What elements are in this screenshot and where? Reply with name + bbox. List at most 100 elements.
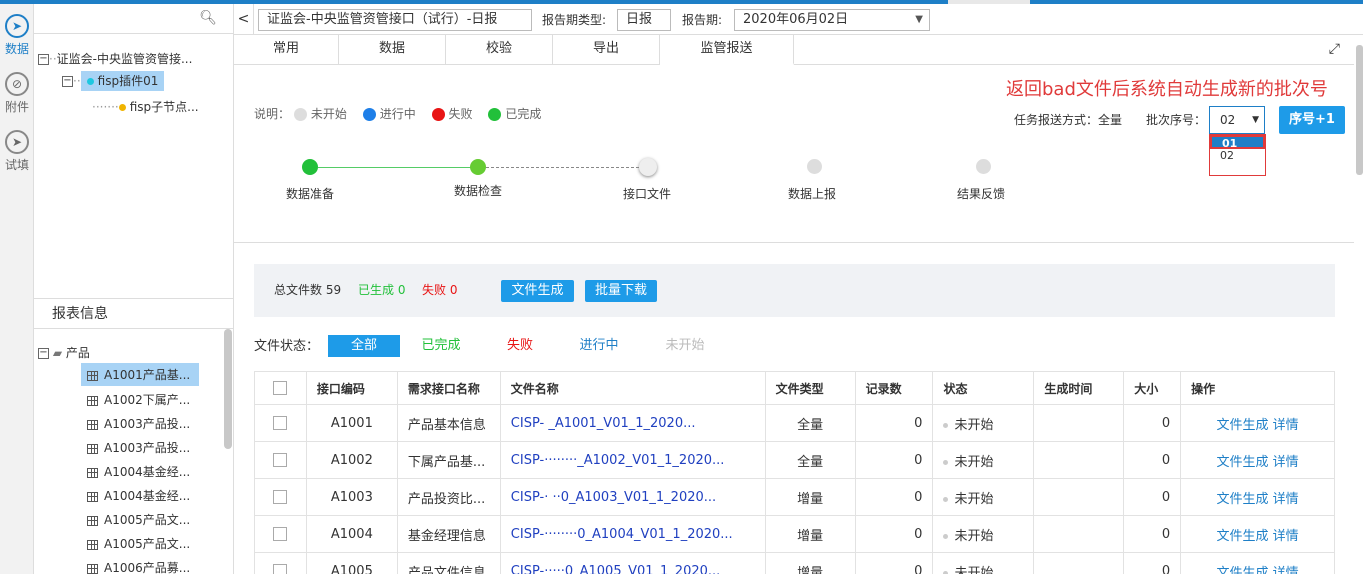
tree-child[interactable]: −·· fisp插件01 [62, 71, 165, 91]
legend-text: 未开始 [310, 107, 347, 121]
report-item[interactable]: A1006产品募... [87, 559, 190, 576]
collapse-icon[interactable]: − [38, 54, 49, 65]
detail-link[interactable]: 详情 [1273, 492, 1299, 507]
tree-search[interactable]: 🔍︎ [34, 4, 233, 34]
batch-option[interactable]: 01 [1210, 135, 1265, 150]
cell-time [1033, 478, 1125, 516]
rail-attachment[interactable]: ⊘ 附件 [0, 72, 34, 115]
rail-data[interactable]: ➤ 数据 [0, 14, 34, 57]
file-link[interactable]: CISP-········_A1002_V01_1_2020... [511, 453, 725, 468]
detail-link[interactable]: 详情 [1273, 566, 1299, 575]
period-type-field[interactable]: 日报 [617, 9, 671, 31]
table-row: A1002 下属产品基... CISP-········_A1002_V01_1_2… [254, 441, 1335, 479]
row-checkbox[interactable] [273, 527, 288, 541]
report-item[interactable]: A1001产品基... [81, 363, 199, 386]
filter-notstart[interactable]: 未开始 [656, 335, 714, 357]
report-item[interactable]: A1005产品文... [87, 535, 190, 552]
rail-trial[interactable]: ➤ 试填 [0, 130, 34, 173]
col-header[interactable]: 文件类型 [764, 371, 856, 405]
report-item[interactable]: A1003产品投... [87, 415, 190, 432]
detail-link[interactable]: 详情 [1273, 455, 1299, 470]
tab-regulatory-submit[interactable]: 监管报送 [660, 35, 794, 65]
row-checkbox[interactable] [273, 490, 288, 504]
col-header[interactable]: 需求接口名称 [396, 371, 501, 405]
col-header[interactable]: 大小 [1123, 371, 1182, 405]
file-link[interactable]: CISP-········0_A1004_V01_1_2020... [511, 527, 733, 542]
search-icon[interactable]: 🔍︎ [199, 10, 217, 26]
report-item[interactable]: A1004基金经... [87, 463, 190, 480]
generate-link[interactable]: 文件生成 [1216, 492, 1268, 507]
tree-root[interactable]: −··证监会-中央监管资管接... [38, 50, 192, 67]
cell-time [1033, 441, 1125, 479]
report-item[interactable]: A1004基金经... [87, 487, 190, 504]
batch-download-button[interactable]: 批量下载 [585, 280, 657, 302]
cell-code: A1001 [305, 404, 398, 442]
row-checkbox[interactable] [273, 564, 288, 574]
collapse-icon[interactable]: − [38, 348, 49, 359]
col-header[interactable]: 记录数 [854, 371, 934, 405]
row-select-cell [254, 478, 307, 516]
tree-leaf-label: fisp子节点... [129, 100, 199, 114]
cell-count: 0 [854, 515, 934, 553]
tree-leaf[interactable]: ······· fisp子节点... [92, 98, 199, 115]
report-item[interactable]: A1002下属产... [87, 391, 190, 408]
file-link[interactable]: CISP-·····0_A1005_V01_1_2020... [511, 564, 721, 575]
legend-text: 失败 [448, 107, 473, 121]
cell-type: 增量 [764, 552, 856, 574]
cell-file[interactable]: CISP-·····0_A1005_V01_1_2020... [499, 552, 766, 575]
grid-icon [87, 419, 98, 430]
filter-done[interactable]: 已完成 [412, 335, 470, 357]
back-icon[interactable]: < [234, 4, 254, 35]
filter-running[interactable]: 进行中 [570, 335, 628, 357]
grid-icon [87, 467, 98, 478]
collapse-icon[interactable]: − [62, 76, 73, 87]
select-all-checkbox[interactable] [273, 381, 288, 396]
col-header[interactable]: 操作 [1180, 371, 1335, 405]
rail-attachment-label: 附件 [4, 100, 29, 114]
fullscreen-icon[interactable]: ⤢ [1329, 41, 1340, 57]
scrollbar[interactable] [224, 329, 232, 449]
cell-file[interactable]: CISP- _A1001_V01_1_2020... [499, 404, 766, 442]
detail-link[interactable]: 详情 [1273, 529, 1299, 544]
tab-export[interactable]: 导出 [553, 35, 660, 65]
period-select[interactable]: 2020年06月02日 ▼ [734, 9, 930, 31]
tab-check[interactable]: 校验 [446, 35, 553, 65]
col-header[interactable]: 生成时间 [1033, 371, 1125, 405]
col-header[interactable]: 状态 [932, 371, 1035, 405]
seq-plus-button[interactable]: 序号+1 [1279, 106, 1345, 134]
cell-count: 0 [854, 441, 934, 479]
file-link[interactable]: CISP- _A1001_V01_1_2020... [511, 416, 696, 431]
generate-link[interactable]: 文件生成 [1216, 566, 1268, 575]
select-all-cell [254, 371, 307, 405]
generate-link[interactable]: 文件生成 [1216, 455, 1268, 470]
report-item[interactable]: A1005产品文... [87, 511, 190, 528]
batch-label: 批次序号： [1146, 113, 1207, 127]
generate-link[interactable]: 文件生成 [1216, 418, 1268, 433]
batch-select[interactable]: 02 ▼ [1209, 106, 1265, 134]
generate-file-button[interactable]: 文件生成 [501, 280, 574, 302]
tab-common[interactable]: 常用 [234, 35, 339, 65]
row-checkbox[interactable] [273, 416, 288, 430]
filter-all[interactable]: 全部 [328, 335, 400, 357]
report-name-field[interactable]: 证监会-中央监管资管接口（试行）-日报 [258, 9, 532, 31]
cell-name: 产品文件信息 [396, 552, 501, 574]
report-item[interactable]: A1003产品投... [87, 439, 190, 456]
col-header[interactable]: 接口编码 [305, 371, 398, 405]
cell-file[interactable]: CISP-········_A1002_V01_1_2020... [499, 441, 766, 479]
detail-link[interactable]: 详情 [1273, 418, 1299, 433]
folder-node[interactable]: − ▰ 产品 [38, 344, 90, 361]
row-checkbox[interactable] [273, 453, 288, 467]
cell-actions: 文件生成 详情 [1180, 404, 1335, 442]
cell-status: 未开始 [932, 441, 1035, 479]
status-dot-icon [362, 108, 376, 121]
file-link[interactable]: CISP-· ··0_A1003_V01_1_2020... [511, 490, 716, 505]
cell-file[interactable]: CISP-········0_A1004_V01_1_2020... [499, 515, 766, 553]
node-dot-icon [118, 104, 126, 111]
col-header[interactable]: 文件名称 [499, 371, 766, 405]
tab-data[interactable]: 数据 [339, 35, 446, 65]
tree-child-label: fisp插件01 [97, 74, 159, 88]
page-scrollbar[interactable] [1356, 45, 1363, 175]
cell-file[interactable]: CISP-· ··0_A1003_V01_1_2020... [499, 478, 766, 516]
filter-fail[interactable]: 失败 [496, 335, 544, 357]
generate-link[interactable]: 文件生成 [1216, 529, 1268, 544]
